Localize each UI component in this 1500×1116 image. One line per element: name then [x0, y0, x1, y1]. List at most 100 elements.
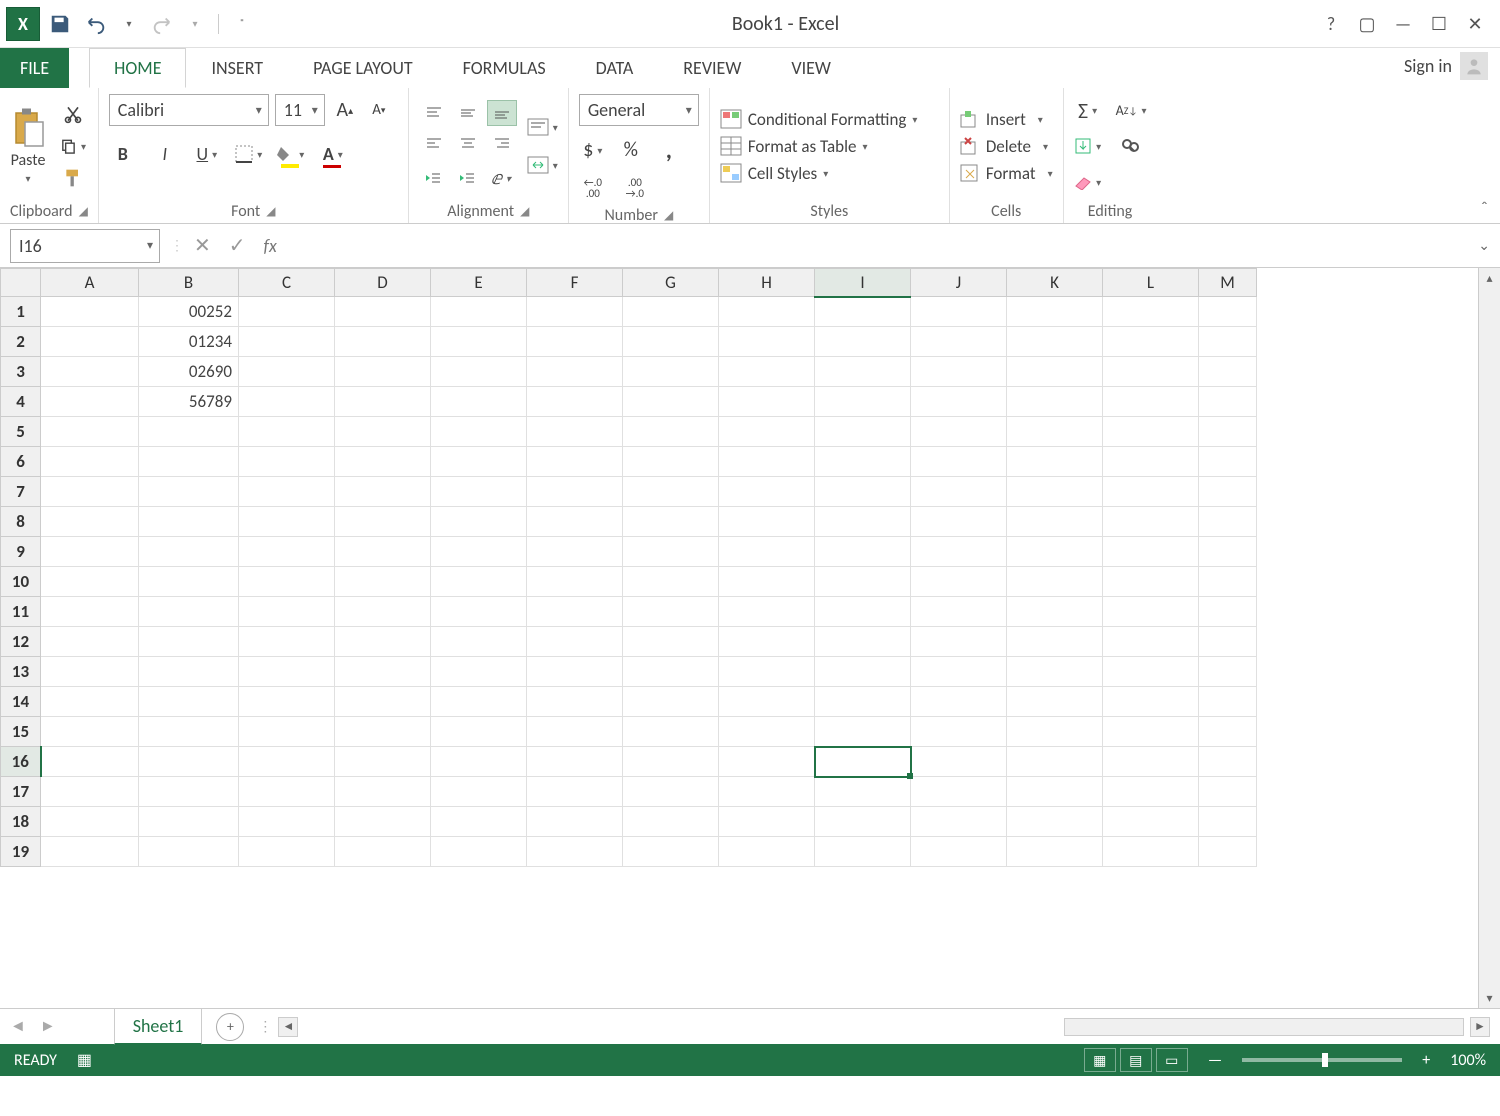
cell-A10[interactable]	[41, 567, 139, 597]
align-left-button[interactable]	[419, 130, 449, 156]
sign-in-button[interactable]: Sign in	[1392, 44, 1500, 88]
borders-button[interactable]	[235, 140, 263, 168]
cell-I6[interactable]	[815, 447, 911, 477]
spreadsheet-grid[interactable]: ABCDEFGHIJKLM100252201234302690456789567…	[0, 268, 1257, 867]
cell-D3[interactable]	[335, 357, 431, 387]
zoom-slider[interactable]	[1242, 1058, 1402, 1062]
cell-K11[interactable]	[1007, 597, 1103, 627]
cell-M12[interactable]	[1199, 627, 1257, 657]
cell-I13[interactable]	[815, 657, 911, 687]
cell-A5[interactable]	[41, 417, 139, 447]
cell-K7[interactable]	[1007, 477, 1103, 507]
cell-J10[interactable]	[911, 567, 1007, 597]
cell-D5[interactable]	[335, 417, 431, 447]
cell-D1[interactable]	[335, 297, 431, 327]
cell-K2[interactable]	[1007, 327, 1103, 357]
tab-data[interactable]: DATA	[571, 48, 659, 88]
cell-M10[interactable]	[1199, 567, 1257, 597]
cell-F6[interactable]	[527, 447, 623, 477]
cell-C9[interactable]	[239, 537, 335, 567]
cell-A6[interactable]	[41, 447, 139, 477]
cell-A4[interactable]	[41, 387, 139, 417]
cell-L14[interactable]	[1103, 687, 1199, 717]
cell-C18[interactable]	[239, 807, 335, 837]
cell-C16[interactable]	[239, 747, 335, 777]
cell-B15[interactable]	[139, 717, 239, 747]
col-header[interactable]: I	[815, 269, 911, 297]
cell-F1[interactable]	[527, 297, 623, 327]
cell-A17[interactable]	[41, 777, 139, 807]
expand-formula-bar-button[interactable]: ⌄	[1478, 237, 1490, 254]
align-top-button[interactable]	[419, 100, 449, 126]
page-break-view-button[interactable]: ▭	[1156, 1048, 1188, 1072]
cell-J11[interactable]	[911, 597, 1007, 627]
cell-J17[interactable]	[911, 777, 1007, 807]
cell-H8[interactable]	[719, 507, 815, 537]
cell-B16[interactable]	[139, 747, 239, 777]
cut-button[interactable]	[60, 101, 86, 127]
cell-J15[interactable]	[911, 717, 1007, 747]
cell-K1[interactable]	[1007, 297, 1103, 327]
cell-K15[interactable]	[1007, 717, 1103, 747]
cell-F10[interactable]	[527, 567, 623, 597]
cell-G11[interactable]	[623, 597, 719, 627]
cell-C8[interactable]	[239, 507, 335, 537]
tab-view[interactable]: VIEW	[766, 48, 856, 88]
normal-view-button[interactable]: ▦	[1084, 1048, 1116, 1072]
cell-F18[interactable]	[527, 807, 623, 837]
row-header[interactable]: 12	[1, 627, 41, 657]
cell-J7[interactable]	[911, 477, 1007, 507]
cell-G8[interactable]	[623, 507, 719, 537]
cell-M13[interactable]	[1199, 657, 1257, 687]
row-header[interactable]: 8	[1, 507, 41, 537]
cell-B17[interactable]	[139, 777, 239, 807]
cell-I16[interactable]	[815, 747, 911, 777]
sheet-nav-prev-button[interactable]: ◄	[10, 1017, 26, 1036]
align-right-button[interactable]	[487, 130, 517, 156]
cell-J4[interactable]	[911, 387, 1007, 417]
maximize-button[interactable]: ☐	[1424, 9, 1454, 39]
decrease-decimal-button[interactable]: .00→.0	[621, 174, 649, 202]
cell-D11[interactable]	[335, 597, 431, 627]
cell-E9[interactable]	[431, 537, 527, 567]
formula-input[interactable]	[287, 229, 1468, 263]
cell-F2[interactable]	[527, 327, 623, 357]
row-header[interactable]: 16	[1, 747, 41, 777]
cell-J3[interactable]	[911, 357, 1007, 387]
cell-K6[interactable]	[1007, 447, 1103, 477]
cell-L15[interactable]	[1103, 717, 1199, 747]
cell-C3[interactable]	[239, 357, 335, 387]
cell-B7[interactable]	[139, 477, 239, 507]
cell-I10[interactable]	[815, 567, 911, 597]
cell-M6[interactable]	[1199, 447, 1257, 477]
cell-G2[interactable]	[623, 327, 719, 357]
cell-H3[interactable]	[719, 357, 815, 387]
row-header[interactable]: 7	[1, 477, 41, 507]
cell-K19[interactable]	[1007, 837, 1103, 867]
cell-J14[interactable]	[911, 687, 1007, 717]
number-format-combo[interactable]: General	[579, 94, 699, 126]
tab-formulas[interactable]: FORMULAS	[438, 48, 571, 88]
tab-review[interactable]: REVIEW	[658, 48, 766, 88]
alignment-launcher-icon[interactable]: ◢	[520, 204, 529, 219]
row-header[interactable]: 18	[1, 807, 41, 837]
cell-I4[interactable]	[815, 387, 911, 417]
cell-E2[interactable]	[431, 327, 527, 357]
cell-K5[interactable]	[1007, 417, 1103, 447]
cell-H4[interactable]	[719, 387, 815, 417]
cell-F13[interactable]	[527, 657, 623, 687]
cell-K10[interactable]	[1007, 567, 1103, 597]
zoom-out-button[interactable]: —	[1208, 1051, 1222, 1070]
cell-G10[interactable]	[623, 567, 719, 597]
cell-E19[interactable]	[431, 837, 527, 867]
cell-A19[interactable]	[41, 837, 139, 867]
undo-dropdown-icon[interactable]: ▾	[116, 11, 142, 37]
cell-D7[interactable]	[335, 477, 431, 507]
cell-K16[interactable]	[1007, 747, 1103, 777]
cell-I8[interactable]	[815, 507, 911, 537]
cell-J18[interactable]	[911, 807, 1007, 837]
cell-L19[interactable]	[1103, 837, 1199, 867]
increase-decimal-button[interactable]: ←.0.00	[579, 174, 607, 202]
cell-G18[interactable]	[623, 807, 719, 837]
cell-E17[interactable]	[431, 777, 527, 807]
